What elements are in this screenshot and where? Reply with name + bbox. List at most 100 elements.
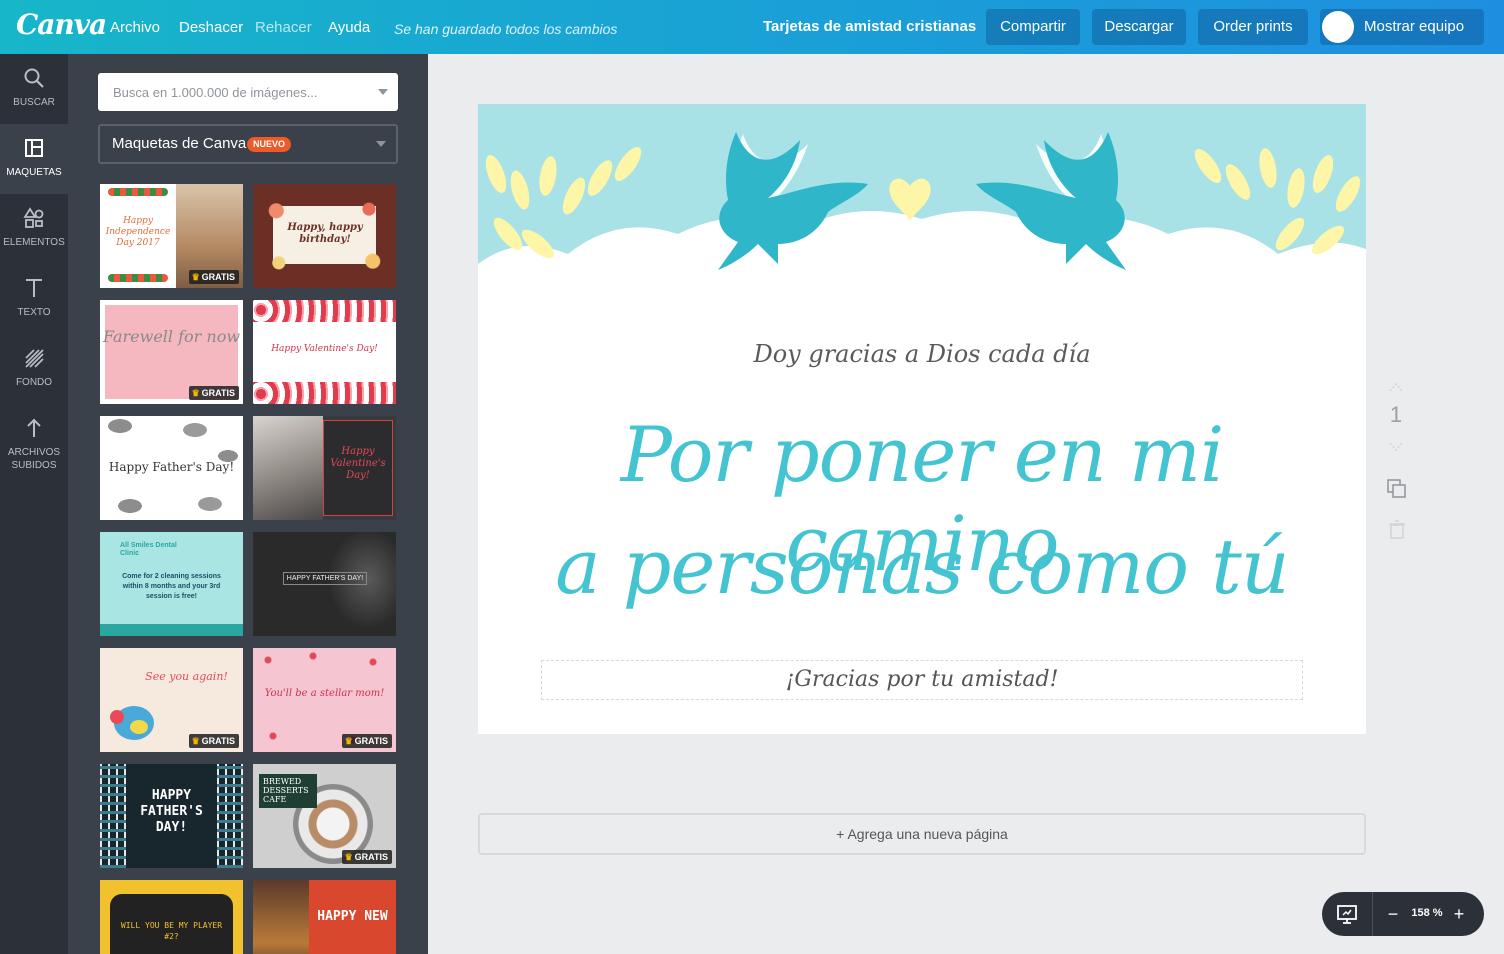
free-badge-label: GRATIS (201, 388, 235, 398)
template-title: HAPPY FATHER'S DAY! (140, 788, 203, 835)
free-badge: ♛ GRATIS (188, 734, 239, 748)
crown-icon: ♛ (344, 852, 353, 862)
rail-label-elements: ELEMENTOS (3, 237, 65, 248)
document-title[interactable]: Tarjetas de amistad cristianas (763, 18, 976, 35)
template-thumb[interactable]: WILL YOU BE MY PLAYER #2? (100, 880, 243, 954)
rail-label-uploads-1: ARCHIVOS (7, 447, 61, 458)
rail-item-text[interactable]: TEXTO (0, 264, 68, 334)
image-search[interactable] (98, 73, 398, 111)
zoom-out-icon[interactable]: − (1386, 904, 1400, 924)
template-title: HAPPY NEW (317, 909, 388, 924)
present-icon[interactable] (1336, 903, 1358, 925)
download-button[interactable]: Descargar (1092, 9, 1186, 45)
crown-icon: ♛ (191, 388, 200, 398)
free-badge-label: GRATIS (201, 736, 235, 746)
rail-item-background[interactable]: FONDO (0, 334, 68, 404)
template-title: Happy Valentine's Day! (330, 446, 386, 481)
free-badge: ♛ GRATIS (188, 270, 239, 284)
crown-icon: ♛ (191, 272, 200, 282)
templates-panel: Maquetas de Canva NUEVO Happy Independen… (68, 54, 428, 954)
page-number: 1 (1389, 402, 1403, 427)
add-page-button[interactable]: + Agrega una nueva página (478, 813, 1366, 855)
upload-icon (27, 418, 41, 437)
rail-label-uploads-2: SUBIDOS (11, 460, 57, 471)
template-thumb[interactable]: You'll be a stellar mom! ♛ GRATIS (253, 648, 396, 752)
card-thanks-text[interactable]: ¡Gracias por tu amistad! (542, 667, 1302, 692)
page-tools: 1 (1378, 380, 1418, 550)
canva-logo[interactable]: Canva (16, 8, 107, 41)
menu-deshacer[interactable]: Deshacer (179, 19, 243, 36)
free-badge-label: GRATIS (354, 736, 388, 746)
menu-rehacer[interactable]: Rehacer (255, 19, 312, 36)
template-thumb[interactable]: Happy Father's Day! (100, 416, 243, 520)
template-thumb[interactable]: Happy Independence Day 2017 ♛ GRATIS (100, 184, 243, 288)
template-thumb[interactable]: Farewell for now ♛ GRATIS (100, 300, 243, 404)
template-title: See you again! (145, 670, 228, 683)
chevron-down-icon[interactable] (378, 89, 388, 95)
delete-page-icon[interactable] (1388, 520, 1406, 540)
free-badge-label: GRATIS (354, 852, 388, 862)
show-team-button[interactable]: Mostrar equipo (1320, 9, 1484, 45)
crown-icon: ♛ (344, 736, 353, 746)
template-title: Farewell for now (102, 327, 241, 346)
left-rail: BUSCAR MAQUETAS ELEMENTOS TEXTO FONDO AR… (0, 54, 68, 954)
rail-label-layouts: MAQUETAS (6, 167, 62, 178)
template-title: HAPPY FATHER'S DAY! (283, 572, 367, 585)
template-title: Happy Father's Day! (108, 460, 235, 474)
free-badge: ♛ GRATIS (341, 734, 392, 748)
chevron-down-icon (376, 141, 386, 147)
template-title: BREWED DESSERTS CAFE (263, 777, 309, 804)
template-title: Come for 2 cleaning sessions within 8 mo… (122, 573, 221, 600)
show-team-label: Mostrar equipo (1364, 18, 1465, 35)
duplicate-page-icon[interactable] (1386, 478, 1408, 500)
layout-select-label: Maquetas de Canva (112, 135, 247, 152)
menu-archivo[interactable]: Archivo (110, 19, 160, 36)
move-page-up-icon[interactable] (1388, 380, 1404, 394)
selected-text-box[interactable]: ¡Gracias por tu amistad! (541, 660, 1303, 700)
avatar (1322, 11, 1354, 43)
rail-label-text: TEXTO (17, 307, 51, 318)
template-title: You'll be a stellar mom! (264, 688, 385, 699)
top-bar: Canva Archivo Deshacer Rehacer Ayuda Se … (0, 0, 1504, 54)
card-subtitle[interactable]: Doy gracias a Dios cada día (478, 340, 1366, 368)
template-brand: All Smiles Dental Clinic (120, 542, 177, 557)
design-page[interactable]: Doy gracias a Dios cada día Por poner en… (478, 104, 1366, 734)
template-thumb[interactable]: See you again! ♛ GRATIS (100, 648, 243, 752)
save-status: Se han guardado todos los cambios (394, 21, 618, 37)
rail-item-layouts[interactable]: MAQUETAS (0, 124, 68, 194)
new-badge: NUEVO (247, 137, 292, 152)
crown-icon: ♛ (191, 736, 200, 746)
rail-item-elements[interactable]: ELEMENTOS (0, 194, 68, 264)
zoom-level[interactable]: 158 % (1404, 907, 1450, 919)
template-thumb[interactable]: Happy, happy birthday! (253, 184, 396, 288)
template-title: Happy Valentine's Day! (271, 344, 378, 354)
background-icon (25, 349, 44, 368)
template-title: WILL YOU BE MY PLAYER #2? (120, 921, 223, 941)
share-button[interactable]: Compartir (986, 9, 1080, 45)
template-thumb[interactable]: HAPPY NEW (253, 880, 396, 954)
shapes-icon (23, 207, 44, 228)
template-thumb[interactable]: Happy Valentine's Day! (253, 300, 396, 404)
rail-label-uploads: ARCHIVOS SUBIDOS (0, 446, 68, 472)
doves-illustration (478, 104, 1366, 304)
zoom-in-icon[interactable]: + (1452, 904, 1466, 924)
rail-item-search[interactable]: BUSCAR (0, 54, 68, 124)
template-thumb[interactable]: All Smiles Dental Clinic Come for 2 clea… (100, 532, 243, 636)
layout-icon (25, 139, 43, 157)
card-headline-2[interactable]: a personas como tú (478, 522, 1366, 611)
zoom-divider (1372, 892, 1373, 936)
rail-item-uploads[interactable]: ARCHIVOS SUBIDOS (0, 404, 68, 474)
search-input[interactable] (98, 73, 368, 111)
template-thumb[interactable]: HAPPY FATHER'S DAY! (100, 764, 243, 868)
layout-source-select[interactable]: Maquetas de Canva NUEVO (98, 124, 398, 164)
template-thumb[interactable]: Happy Valentine's Day! (253, 416, 396, 520)
template-thumb[interactable]: HAPPY FATHER'S DAY! (253, 532, 396, 636)
template-title: Happy, happy birthday! (287, 222, 363, 245)
order-prints-button[interactable]: Order prints (1198, 9, 1308, 45)
text-icon (26, 279, 42, 297)
move-page-down-icon[interactable] (1388, 440, 1404, 454)
menu-ayuda[interactable]: Ayuda (328, 19, 370, 36)
template-thumb[interactable]: BREWED DESSERTS CAFE ♛ GRATIS (253, 764, 396, 868)
rail-label-background: FONDO (15, 377, 53, 388)
free-badge: ♛ GRATIS (188, 386, 239, 400)
